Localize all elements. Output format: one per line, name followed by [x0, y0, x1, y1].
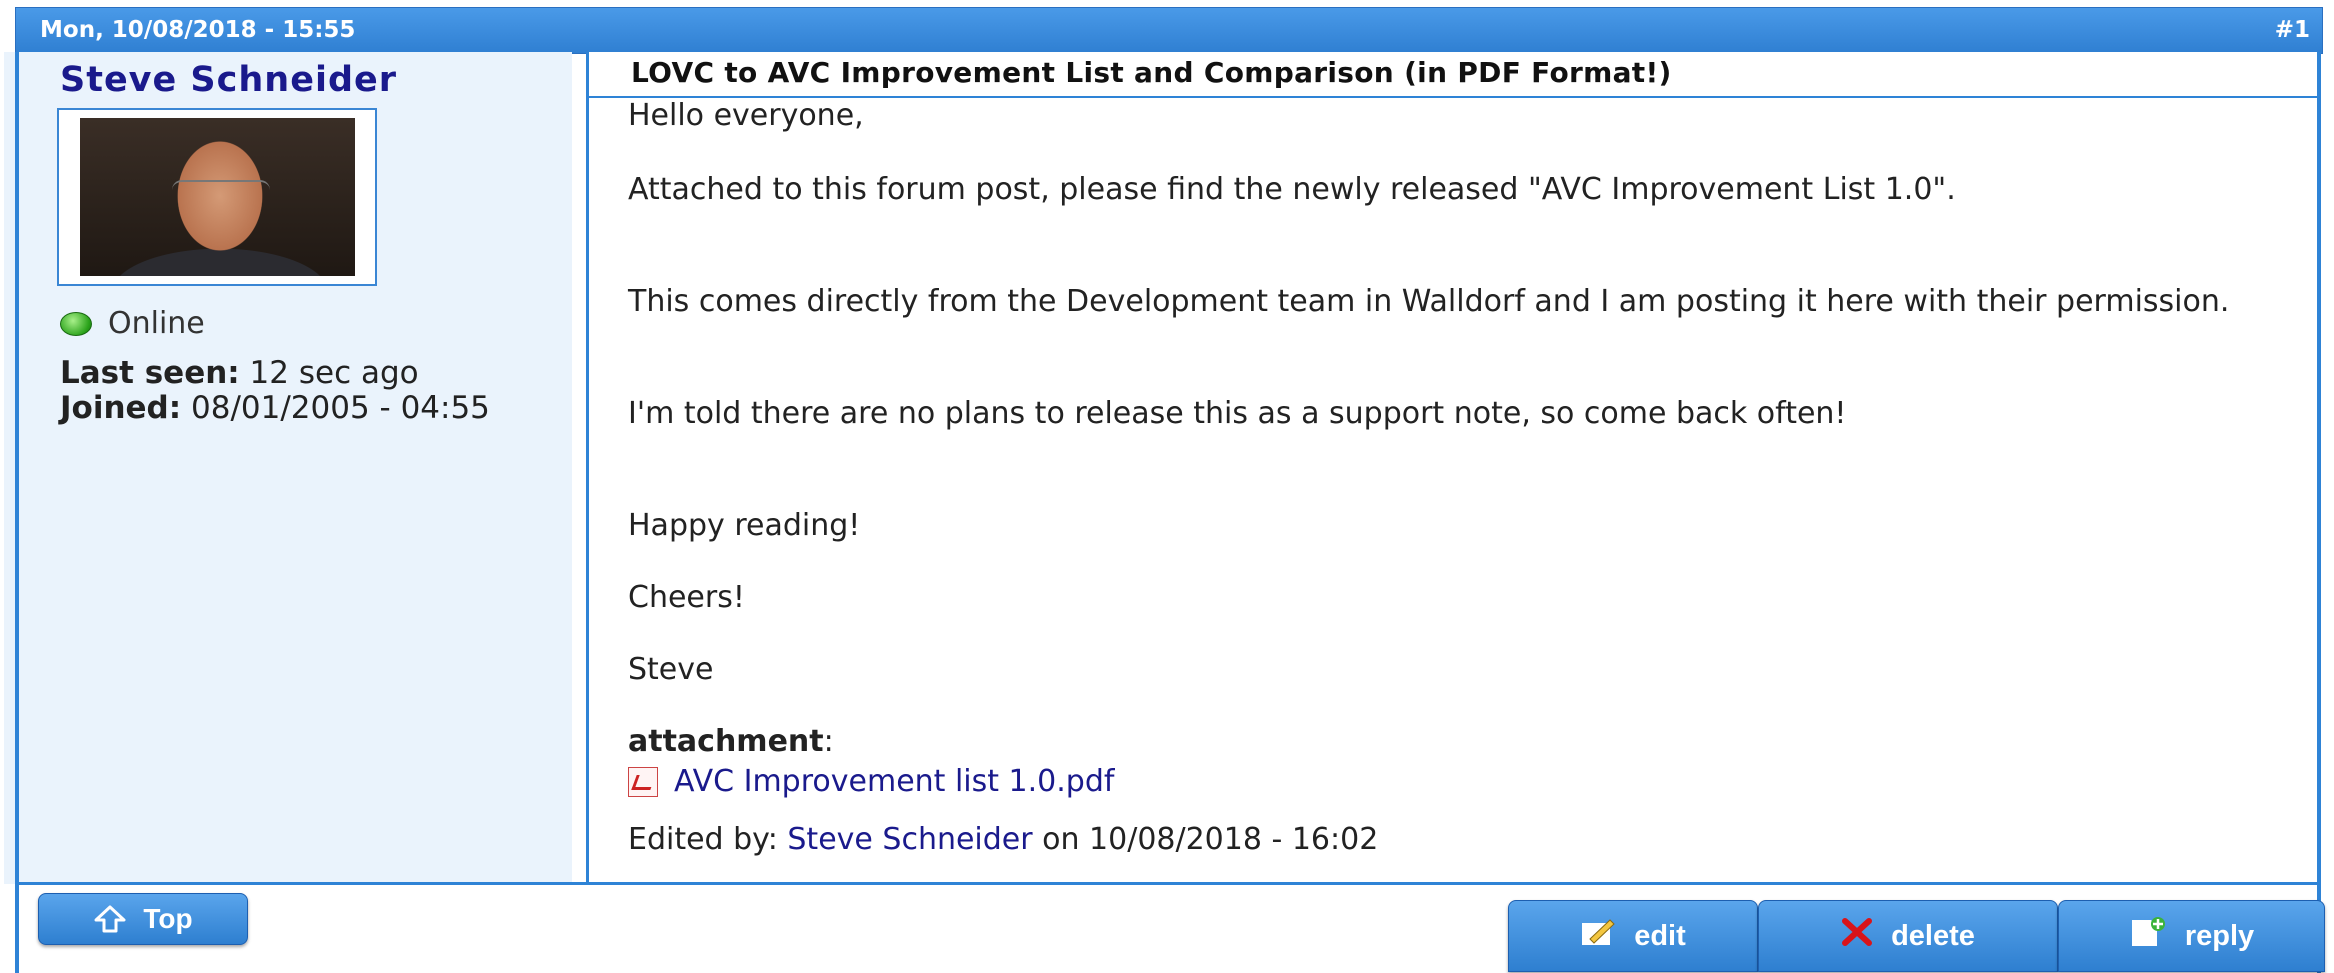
post-actions: edit delete reply: [1508, 900, 2325, 972]
document-plus-icon: [2129, 916, 2167, 956]
delete-button-label: delete: [1891, 919, 1975, 952]
body-paragraph: Attached to this forum post, please find…: [628, 172, 1956, 207]
joined-value: 08/01/2005 - 04:55: [181, 390, 490, 426]
subject-row: LOVC to AVC Improvement List and Compari…: [589, 52, 2317, 98]
post-number-link[interactable]: #1: [2275, 8, 2310, 53]
forum-post-screen: Mon, 10/08/2018 - 15:55 #1 Steve Schneid…: [0, 0, 2334, 973]
edit-button-label: edit: [1634, 919, 1686, 952]
post-date: Mon, 10/08/2018 - 15:55: [40, 17, 356, 43]
attachment-label: attachment: [628, 724, 824, 759]
body-paragraph: Happy reading!: [628, 508, 861, 543]
edited-suffix: on 10/08/2018 - 16:02: [1032, 822, 1379, 857]
attachment-link[interactable]: AVC Improvement list 1.0.pdf: [628, 763, 2278, 801]
top-button[interactable]: Top: [38, 893, 248, 945]
body-paragraph: I'm told there are no plans to release t…: [628, 396, 1847, 431]
reply-button[interactable]: reply: [2058, 900, 2325, 972]
author-name-link[interactable]: Steve Schneider: [60, 60, 397, 100]
pencil-icon: [1580, 917, 1616, 955]
attachment-colon: :: [823, 724, 834, 759]
edited-info: Edited by: Steve Schneider on 10/08/2018…: [628, 821, 2278, 859]
online-status-label: Online: [108, 306, 205, 341]
x-icon: [1841, 918, 1873, 954]
avatar-detail: [172, 180, 270, 202]
last-seen-label: Last seen:: [60, 355, 240, 391]
pdf-icon: [628, 767, 658, 797]
column-divider: [586, 52, 589, 884]
edited-prefix: Edited by:: [628, 822, 788, 857]
reply-button-label: reply: [2184, 919, 2255, 952]
arrow-up-icon: [93, 905, 127, 933]
joined-date: Joined: 08/01/2005 - 04:55: [60, 393, 540, 424]
body-paragraph: This comes directly from the Development…: [628, 284, 2230, 319]
joined-label: Joined:: [60, 390, 182, 426]
delete-button[interactable]: delete: [1758, 900, 2058, 972]
post-subject: LOVC to AVC Improvement List and Compari…: [631, 56, 1672, 89]
body-paragraph: Cheers!: [628, 580, 745, 615]
last-seen-value: 12 sec ago: [239, 355, 419, 391]
post-header-bar: Mon, 10/08/2018 - 15:55 #1: [15, 7, 2323, 54]
body-paragraph: Hello everyone,: [628, 98, 864, 133]
attachment-heading: attachment:: [628, 723, 2278, 761]
editor-name-link[interactable]: Steve Schneider: [787, 822, 1032, 857]
avatar[interactable]: [80, 118, 355, 276]
top-button-label: Top: [143, 903, 193, 934]
last-seen: Last seen: 12 sec ago: [60, 355, 419, 391]
online-dot-icon: [60, 311, 92, 336]
edit-button[interactable]: edit: [1508, 900, 1758, 972]
online-status: Online: [60, 306, 205, 341]
attachment-file-name[interactable]: AVC Improvement list 1.0.pdf: [674, 763, 1114, 801]
body-paragraph: Steve: [628, 652, 714, 687]
